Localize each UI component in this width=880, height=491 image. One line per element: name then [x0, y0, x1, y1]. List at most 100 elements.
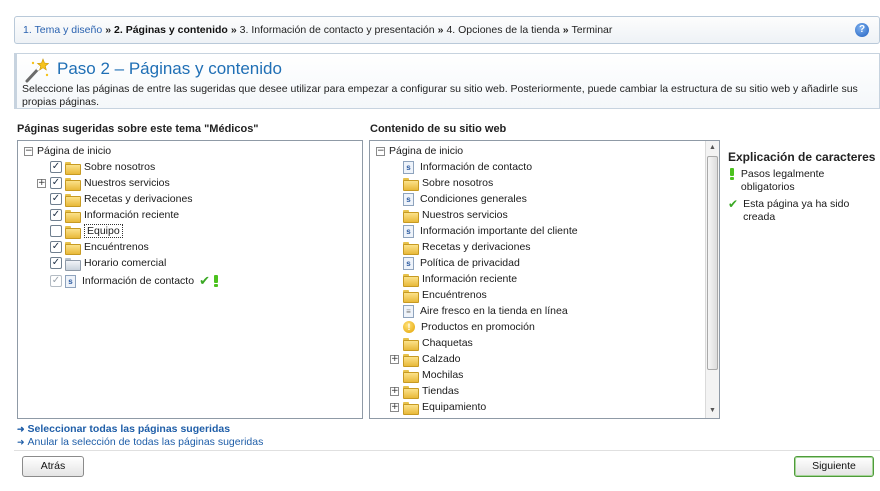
legend-row-required: Pasos legalmente obligatorios: [728, 168, 878, 194]
step-tema-diseno[interactable]: 1. Tema y diseño: [23, 24, 102, 36]
list-item[interactable]: ✓ Sobre nosotros: [50, 159, 155, 175]
legend-row-created: ✔ Esta página ya ha sido creada: [728, 198, 878, 224]
list-item[interactable]: s Política de privacidad: [403, 255, 520, 271]
legend-required-label: Pasos legalmente obligatorios: [740, 168, 825, 193]
list-item[interactable]: Recetas y derivaciones: [403, 239, 531, 255]
list-item[interactable]: Equipo: [50, 223, 123, 239]
suggested-pages-tree[interactable]: − Página de inicio ✓ Sobre nosotros + ✓ …: [17, 140, 363, 419]
checkbox-checked[interactable]: ✓: [50, 209, 62, 221]
checkbox-checked[interactable]: ✓: [50, 193, 62, 205]
list-item[interactable]: Sobre nosotros: [403, 175, 493, 191]
list-item[interactable]: ! Productos en promoción: [403, 319, 535, 335]
step-separator: »: [230, 24, 237, 36]
checkbox-unchecked[interactable]: [50, 225, 62, 237]
expand-icon[interactable]: +: [390, 386, 399, 396]
list-item[interactable]: ✓ Información reciente: [50, 207, 179, 223]
required-step-icon: [730, 168, 734, 180]
item-label: Mochilas: [422, 369, 464, 381]
page-title: Paso 2 – Páginas y contenido: [57, 59, 282, 78]
deselect-all-link[interactable]: ➜ Anular la selección de todas las página…: [17, 436, 263, 449]
list-item[interactable]: s Información importante del cliente: [403, 223, 578, 239]
item-label: Recetas y derivaciones: [84, 193, 193, 205]
list-item[interactable]: + Tiendas: [390, 383, 459, 399]
item-label: Sobre nosotros: [84, 161, 156, 173]
item-label: Calzado: [422, 353, 461, 365]
list-item[interactable]: ≡ Aire fresco en la tienda en línea: [403, 303, 568, 319]
expand-icon[interactable]: +: [390, 402, 399, 412]
list-item[interactable]: ✓ Encuéntrenos: [50, 239, 149, 255]
suggested-pages-title: Páginas sugeridas sobre este tema "Médic…: [17, 123, 259, 135]
folder-icon: [403, 241, 419, 255]
next-button[interactable]: Siguiente: [794, 456, 874, 477]
help-icon[interactable]: ?: [855, 23, 869, 37]
step-informacion-contacto: 3. Información de contacto y presentació…: [239, 24, 435, 36]
list-item[interactable]: Información reciente: [403, 271, 517, 287]
folder-icon: [65, 177, 81, 191]
list-item[interactable]: Encuéntrenos: [403, 287, 487, 303]
item-label: Condiciones generales: [420, 193, 527, 205]
collapse-icon[interactable]: −: [24, 146, 33, 156]
tree-root-item[interactable]: − Página de inicio: [24, 143, 111, 159]
select-all-label: Seleccionar todas las páginas sugeridas: [27, 423, 231, 435]
tree-root-item[interactable]: − Página de inicio: [376, 143, 463, 159]
item-label: Nuestros servicios: [84, 177, 170, 189]
checkbox-checked[interactable]: ✓: [50, 161, 62, 173]
item-label: Información de contacto: [420, 161, 533, 173]
site-content-tree[interactable]: − Página de inicio s Información de cont…: [369, 140, 720, 419]
list-item[interactable]: s Condiciones generales: [403, 191, 527, 207]
item-label: Información reciente: [84, 209, 180, 221]
folder-icon: [403, 209, 419, 223]
scroll-down-arrow-icon[interactable]: ▼: [706, 404, 719, 418]
tree-root-label: Página de inicio: [37, 145, 112, 157]
scrollbar-thumb[interactable]: [707, 156, 718, 370]
list-item[interactable]: ✓ Recetas y derivaciones: [50, 191, 193, 207]
magic-wand-icon: [25, 58, 49, 83]
arrow-right-icon: ➜: [17, 424, 25, 434]
item-label: Equipo: [84, 224, 123, 238]
item-label: Información importante del cliente: [420, 225, 578, 237]
select-all-link[interactable]: ➜ Seleccionar todas las páginas sugeridas: [17, 423, 263, 436]
item-label: Equipamiento: [422, 401, 487, 413]
collapse-icon[interactable]: −: [376, 146, 385, 156]
item-label: Encuéntrenos: [84, 241, 149, 253]
step-separator: »: [105, 24, 112, 36]
folder-icon: [403, 289, 419, 303]
page-created-check-icon: ✔: [199, 273, 210, 289]
expand-icon[interactable]: +: [37, 178, 46, 188]
folder-icon: [403, 353, 419, 367]
expand-icon[interactable]: +: [390, 354, 399, 364]
list-item[interactable]: s Información de contacto: [403, 159, 532, 175]
step-paginas-contenido: 2. Páginas y contenido: [114, 24, 228, 36]
checkbox-checked[interactable]: ✓: [50, 177, 62, 189]
scroll-up-arrow-icon[interactable]: ▲: [706, 141, 719, 155]
list-item[interactable]: Mochilas: [403, 367, 463, 383]
folder-icon: [403, 177, 419, 191]
page-description: Seleccione las páginas de entre las suge…: [22, 83, 858, 108]
item-label: Aire fresco en la tienda en línea: [420, 305, 568, 317]
checkbox-checked[interactable]: ✓: [50, 257, 62, 269]
item-label: Encuéntrenos: [422, 289, 487, 301]
icon-legend: Explicación de caracteres Pasos legalmen…: [728, 150, 878, 228]
folder-icon: [403, 337, 419, 351]
folder-icon: [403, 401, 419, 415]
back-button[interactable]: Atrás: [22, 456, 84, 477]
site-content-title: Contenido de su sitio web: [370, 123, 507, 135]
page-icon: s: [403, 256, 414, 270]
list-item[interactable]: Nuestros servicios: [403, 207, 508, 223]
list-item[interactable]: + Equipamiento: [390, 399, 486, 415]
item-label: Horario comercial: [84, 257, 167, 269]
vertical-scrollbar[interactable]: ▲ ▼: [705, 141, 719, 418]
list-item[interactable]: + ✓ Nuestros servicios: [37, 175, 170, 191]
list-item[interactable]: Chaquetas: [403, 335, 473, 351]
list-item[interactable]: + Calzado: [390, 351, 461, 367]
step-opciones-tienda: 4. Opciones de la tienda: [446, 24, 560, 36]
checkbox-checked[interactable]: ✓: [50, 241, 62, 253]
step-header-panel: Paso 2 – Páginas y contenido Seleccione …: [14, 53, 880, 109]
item-label: Chaquetas: [422, 337, 473, 349]
deselect-all-label: Anular la selección de todas las páginas…: [27, 436, 264, 448]
page-created-check-icon: ✔: [728, 197, 739, 211]
wizard-steps-bar: 1. Tema y diseño » 2. Páginas y contenid…: [14, 16, 880, 44]
list-item[interactable]: ✓ Horario comercial: [50, 255, 166, 271]
footer-divider: [14, 450, 880, 451]
selection-links: ➜ Seleccionar todas las páginas sugeridas…: [17, 423, 263, 449]
